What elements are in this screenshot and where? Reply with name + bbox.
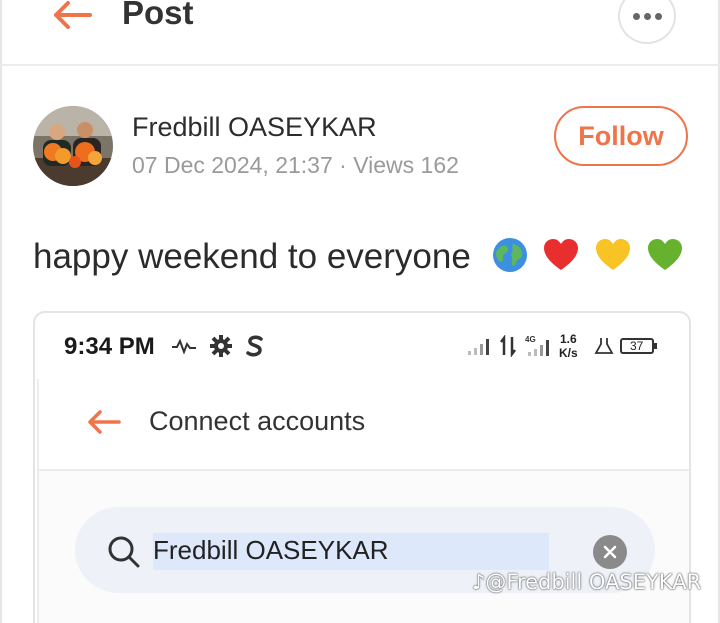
clear-search-button[interactable] bbox=[593, 535, 627, 569]
avatar-photo bbox=[33, 106, 113, 186]
top-bar: Post bbox=[0, 0, 720, 66]
author-name[interactable]: Fredbill OASEYKAR bbox=[132, 112, 377, 143]
yellow-heart-emoji-icon bbox=[596, 239, 631, 270]
network-type: 4G bbox=[525, 335, 536, 344]
post-text-line: happy weekend to everyone bbox=[33, 236, 684, 277]
signal-4g-icon: 4G bbox=[525, 335, 549, 356]
more-dot bbox=[643, 12, 651, 20]
data-transfer-icon bbox=[500, 335, 516, 357]
signal-icon bbox=[468, 339, 489, 355]
search-value[interactable]: Fredbill OASEYKAR bbox=[153, 533, 549, 570]
more-dot bbox=[654, 12, 662, 20]
follow-button[interactable]: Follow bbox=[554, 106, 688, 166]
lab-flask-icon bbox=[594, 338, 614, 354]
inner-header: Connect accounts bbox=[39, 379, 689, 471]
watermark-text: @Fredbill OASEYKAR bbox=[485, 570, 702, 594]
close-icon bbox=[603, 545, 617, 559]
search-icon bbox=[108, 536, 140, 568]
more-dots-icon bbox=[632, 12, 640, 20]
inner-body: Fredbill OASEYKAR bbox=[39, 471, 689, 623]
tiktok-logo-icon: ♪ bbox=[472, 570, 486, 594]
green-heart-emoji-icon bbox=[647, 239, 682, 270]
post-meta: 07 Dec 2024, 21:37 · Views 162 bbox=[132, 152, 459, 178]
watermark: ♪@Fredbill OASEYKAR bbox=[472, 570, 701, 594]
status-icons-left bbox=[171, 333, 265, 359]
post-page: Post Fredbill OASEYKAR 07 Dec 2024, 21:3… bbox=[0, 0, 720, 623]
avatar[interactable] bbox=[33, 106, 113, 186]
gear-icon bbox=[210, 335, 232, 357]
network-speed: 1.6 K/s bbox=[559, 332, 578, 360]
page-title: Post bbox=[122, 0, 194, 31]
arrow-left-icon[interactable] bbox=[87, 409, 121, 435]
status-icons-right: 4G 1.6 K/s 37 bbox=[467, 329, 657, 363]
battery-level: 37 bbox=[619, 338, 657, 354]
network-speed-value: 1.6 bbox=[560, 332, 577, 346]
more-options-button[interactable] bbox=[618, 0, 676, 44]
inner-page-title: Connect accounts bbox=[149, 406, 366, 436]
status-time: 9:34 PM bbox=[64, 333, 155, 360]
red-heart-emoji-icon bbox=[544, 239, 579, 270]
arrow-left-icon[interactable] bbox=[50, 0, 94, 30]
post-text: happy weekend to everyone bbox=[33, 237, 471, 276]
s-app-icon bbox=[246, 335, 263, 357]
activity-icon bbox=[172, 338, 196, 354]
left-edge bbox=[0, 0, 2, 623]
network-speed-unit: K/s bbox=[559, 346, 578, 360]
globe-emoji-icon bbox=[492, 238, 527, 272]
